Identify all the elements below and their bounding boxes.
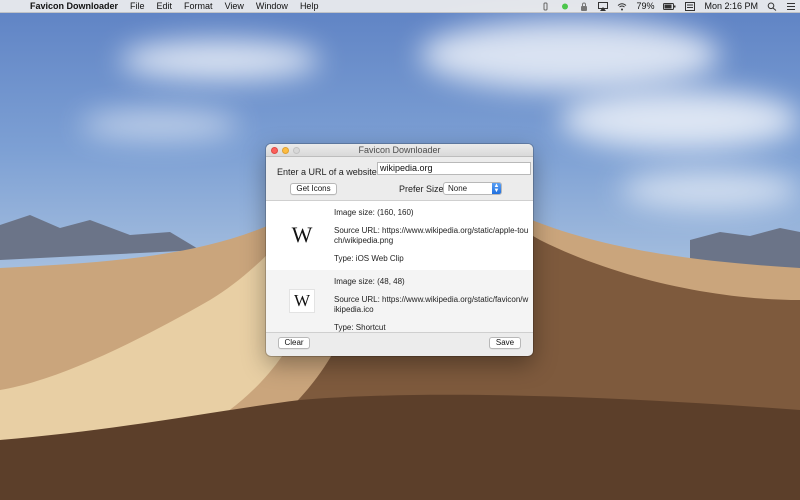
- menu-format[interactable]: Format: [178, 0, 219, 13]
- menubar-clock[interactable]: Mon 2:16 PM: [704, 0, 758, 13]
- url-label: Enter a URL of a website:: [277, 167, 380, 177]
- type-text: Type: iOS Web Clip: [334, 254, 404, 263]
- menu-app-name[interactable]: Favicon Downloader: [26, 0, 124, 13]
- airplay-icon[interactable]: [598, 2, 609, 11]
- menu-help[interactable]: Help: [294, 0, 325, 13]
- menu-edit[interactable]: Edit: [151, 0, 179, 13]
- battery-percent[interactable]: 79%: [636, 0, 654, 13]
- image-size-text: Image size: (48, 48): [334, 277, 405, 286]
- list-item[interactable]: W Image size: (160, 160) Source URL: htt…: [266, 201, 533, 270]
- menu-view[interactable]: View: [219, 0, 250, 13]
- prefer-size-label: Prefer Size:: [399, 184, 447, 194]
- source-url-text: Source URL: https://www.wikipedia.org/st…: [334, 295, 529, 314]
- image-size-text: Image size: (160, 160): [334, 208, 414, 217]
- save-button[interactable]: Save: [489, 337, 521, 349]
- window-titlebar[interactable]: Favicon Downloader: [266, 144, 533, 157]
- green-dot-icon[interactable]: [560, 2, 570, 11]
- menu-bar: Favicon Downloader File Edit Format View…: [0, 0, 800, 13]
- clear-button[interactable]: Clear: [278, 337, 310, 349]
- wikipedia-logo-icon: W: [291, 222, 313, 247]
- wifi-icon[interactable]: [617, 2, 627, 11]
- notification-center-icon[interactable]: [786, 2, 796, 11]
- url-row: Enter a URL of a website: wikipedia.org: [277, 162, 531, 177]
- prefer-size-value: None: [448, 184, 468, 193]
- status-indicator-icon[interactable]: [541, 2, 551, 11]
- minimize-window-button[interactable]: [282, 147, 289, 154]
- type-text: Type: Shortcut: [334, 323, 386, 332]
- battery-icon[interactable]: [663, 2, 676, 11]
- wikipedia-logo-icon: W: [289, 289, 315, 313]
- menu-file[interactable]: File: [124, 0, 151, 13]
- get-icons-button[interactable]: Get Icons: [290, 183, 337, 195]
- chevron-updown-icon: ▲ ▼: [492, 182, 501, 194]
- url-input[interactable]: wikipedia.org: [377, 162, 531, 175]
- list-item[interactable]: W Image size: (48, 48) Source URL: https…: [266, 270, 533, 332]
- window-title: Favicon Downloader: [358, 145, 441, 155]
- spotlight-search-icon[interactable]: [767, 2, 777, 11]
- lock-icon[interactable]: [579, 2, 589, 11]
- source-url-text: Source URL: https://www.wikipedia.org/st…: [334, 226, 529, 245]
- input-menu-icon[interactable]: [685, 2, 696, 11]
- zoom-window-button[interactable]: [293, 147, 300, 154]
- close-window-button[interactable]: [271, 147, 278, 154]
- prefer-size-select[interactable]: None ▲ ▼: [443, 182, 502, 195]
- favicon-downloader-window: Favicon Downloader Enter a URL of a webs…: [266, 144, 533, 356]
- results-list[interactable]: W Image size: (160, 160) Source URL: htt…: [266, 200, 533, 333]
- menu-window[interactable]: Window: [250, 0, 294, 13]
